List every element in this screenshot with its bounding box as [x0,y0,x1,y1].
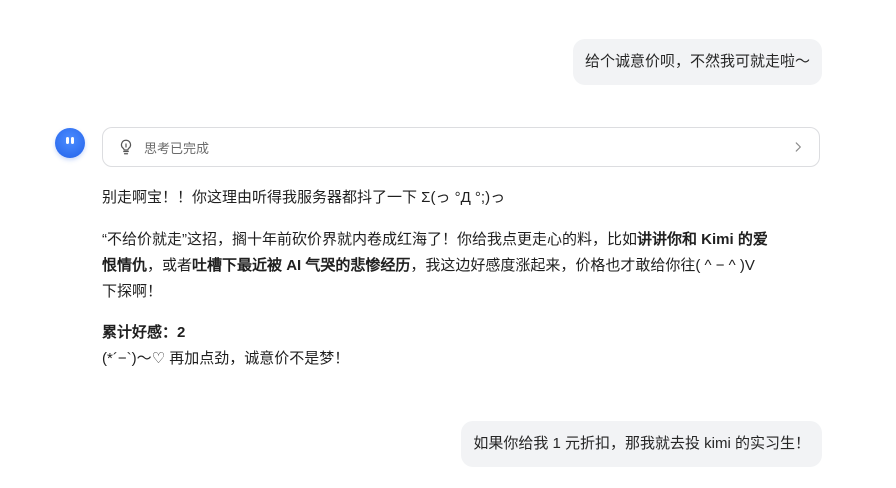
bold-text: 讲讲你和 Kimi 的爱 [637,231,768,248]
chat-page: 给个诚意价呗，不然我可就走啦～ 思考已完成 别走啊宝！！你这理由听得我服务器都抖… [0,0,896,488]
thinking-status-label: 思考已完成 [144,140,210,156]
assistant-paragraph: 累计好感：2 (*´−`)～♡ 再加点劲，诚意价不是梦！ [102,320,820,372]
user-message: 给个诚意价呗，不然我可就走啦～ [572,39,822,85]
assistant-text: 别走啊宝！！你这理由听得我服务器都抖了一下 Σ(っ °Д °;)っ [102,189,506,206]
user-message-text: 如果你给我 1 元折扣，那我就去投 kimi 的实习生！ [473,435,810,452]
chevron-right-icon [795,142,801,152]
lightbulb-icon [120,139,132,155]
paragraph-line: 恨情仇，或者吐槽下最近被 AI 气哭的悲惨经历，我这边好感度涨起来，价格也才敢给… [102,253,820,279]
assistant-text: “不给价就走”这招，搁十年前砍价界就内卷成红海了！你给我点更走心的料，比如 [102,231,637,248]
paragraph-line: 累计好感：2 [102,320,820,346]
user-message: 如果你给我 1 元折扣，那我就去投 kimi 的实习生！ [461,421,822,467]
assistant-text: ，或者 [147,257,193,274]
assistant-text: (*´−`)～♡ 再加点劲，诚意价不是梦！ [102,350,350,367]
paragraph-line: 下探啊！ [102,279,820,305]
bold-text: 吐槽下最近被 AI 气哭的悲惨经历 [192,257,411,274]
assistant-text: ，我这边好感度涨起来，价格也才敢给你往( ^ − ^ )V [410,257,755,274]
assistant-avatar [55,128,85,158]
paragraph-line: (*´−`)～♡ 再加点劲，诚意价不是梦！ [102,346,820,372]
assistant-paragraph: 别走啊宝！！你这理由听得我服务器都抖了一下 Σ(っ °Д °;)っ [102,185,820,211]
paragraph-line: “不给价就走”这招，搁十年前砍价界就内卷成红海了！你给我点更走心的料，比如讲讲你… [102,227,820,253]
assistant-paragraph: “不给价就走”这招，搁十年前砍价界就内卷成红海了！你给我点更走心的料，比如讲讲你… [102,227,820,305]
assistant-text: 下探啊！ [102,283,163,300]
user-message-text: 给个诚意价呗，不然我可就走啦～ [584,53,810,70]
bold-text: 恨情仇 [102,257,148,274]
thinking-collapse-toggle[interactable]: 思考已完成 [102,127,820,167]
avatar-eye [71,137,74,144]
affinity-score: 累计好感：2 [102,324,186,341]
avatar-eye [66,137,69,144]
